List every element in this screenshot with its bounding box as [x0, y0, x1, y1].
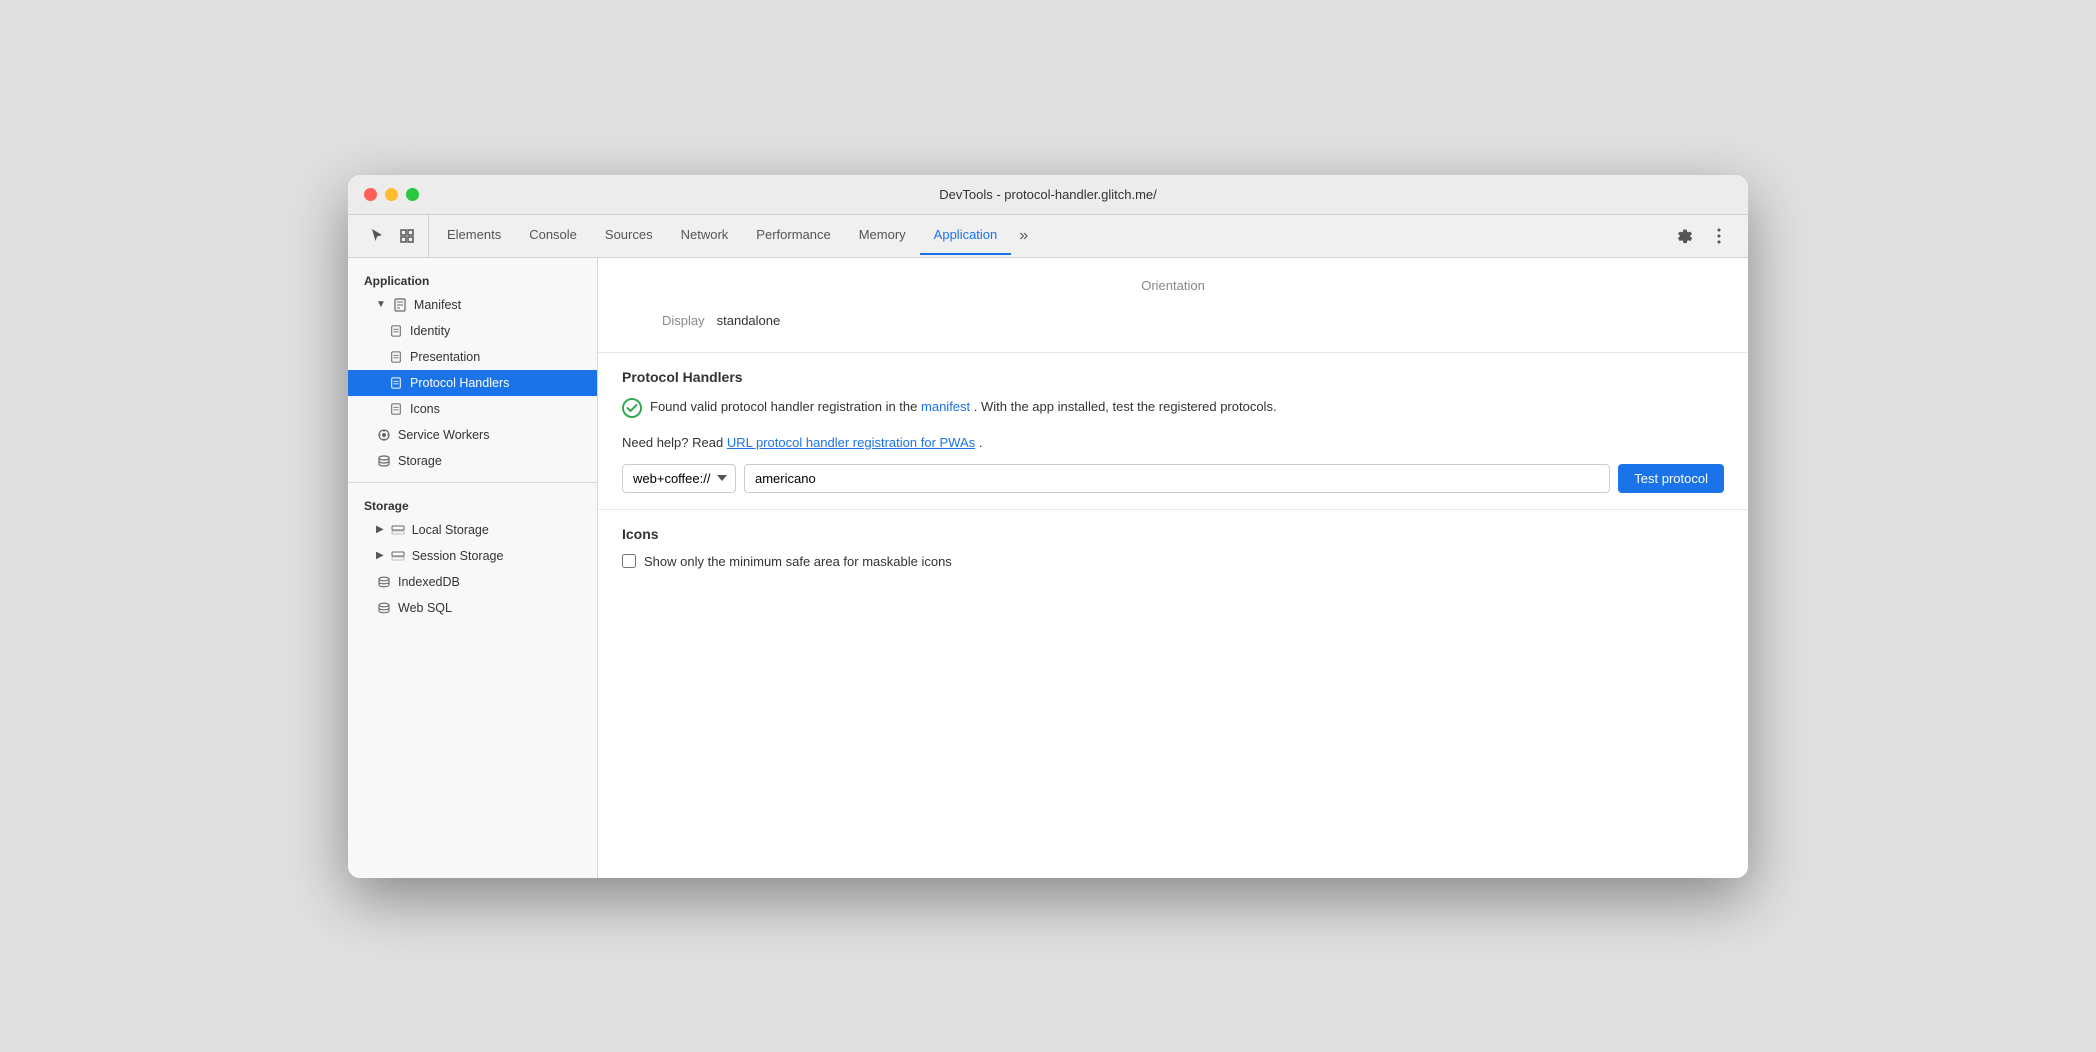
title-bar: DevTools - protocol-handler.glitch.me/	[348, 175, 1748, 215]
help-row: Need help? Read URL protocol handler reg…	[622, 435, 1724, 450]
indexeddb-icon	[376, 574, 392, 590]
sidebar-item-local-storage[interactable]: ▶ Local Storage	[348, 517, 597, 543]
sidebar: Application ▼ Manifest Identity Presenta…	[348, 258, 598, 878]
service-workers-label: Service Workers	[398, 428, 489, 442]
main-content: Application ▼ Manifest Identity Presenta…	[348, 258, 1748, 878]
status-after: . With the app installed, test the regis…	[974, 399, 1277, 414]
sidebar-item-presentation[interactable]: Presentation	[348, 344, 597, 370]
tab-network[interactable]: Network	[667, 217, 743, 255]
status-row: Found valid protocol handler registratio…	[622, 397, 1724, 423]
protocol-select[interactable]: web+coffee://	[622, 464, 736, 493]
manifest-link[interactable]: manifest	[921, 399, 970, 414]
tab-memory[interactable]: Memory	[845, 217, 920, 255]
application-section-title: Application	[348, 266, 597, 292]
tabs-list: Elements Console Sources Network Perform…	[433, 217, 1664, 255]
local-storage-label: Local Storage	[412, 523, 489, 537]
session-storage-label: Session Storage	[412, 549, 504, 563]
local-storage-icon	[390, 522, 406, 538]
expand-arrow-icon: ▼	[376, 299, 386, 310]
display-row: Display standalone	[622, 305, 1724, 336]
display-value: standalone	[717, 313, 781, 328]
service-workers-icon	[376, 427, 392, 443]
icons-label: Icons	[410, 402, 440, 416]
identity-label: Identity	[410, 324, 450, 338]
icons-title: Icons	[622, 526, 1724, 542]
settings-icon[interactable]	[1672, 223, 1698, 249]
close-button[interactable]	[364, 188, 377, 201]
maximize-button[interactable]	[406, 188, 419, 201]
sidebar-divider	[348, 482, 597, 483]
session-storage-arrow-icon: ▶	[376, 550, 384, 561]
help-text-before: Need help? Read	[622, 435, 723, 450]
help-text-after: .	[979, 435, 983, 450]
tab-sources[interactable]: Sources	[591, 217, 667, 255]
devtools-window: DevTools - protocol-handler.glitch.me/ E…	[348, 175, 1748, 878]
inspect-icon[interactable]	[394, 223, 420, 249]
protocol-handlers-label: Protocol Handlers	[410, 376, 509, 390]
tab-performance[interactable]: Performance	[742, 217, 844, 255]
presentation-label: Presentation	[410, 350, 480, 364]
web-sql-label: Web SQL	[398, 601, 452, 615]
pwa-link[interactable]: URL protocol handler registration for PW…	[727, 435, 975, 450]
local-storage-arrow-icon: ▶	[376, 524, 384, 535]
content-area: Orientation Display standalone Protocol …	[598, 258, 1748, 878]
icons-icon	[388, 401, 404, 417]
window-title: DevTools - protocol-handler.glitch.me/	[939, 187, 1157, 202]
sidebar-item-session-storage[interactable]: ▶ Session Storage	[348, 543, 597, 569]
protocol-input[interactable]	[744, 464, 1610, 493]
orientation-row: Orientation	[622, 274, 1724, 305]
display-label: Display	[662, 313, 705, 328]
icons-section: Icons Show only the minimum safe area fo…	[598, 510, 1748, 585]
tab-more-button[interactable]: »	[1011, 217, 1036, 255]
sidebar-item-protocol-handlers[interactable]: Protocol Handlers	[348, 370, 597, 396]
tab-console[interactable]: Console	[515, 217, 591, 255]
status-text: Found valid protocol handler registratio…	[650, 397, 1277, 417]
protocol-icon	[388, 375, 404, 391]
storage-app-label: Storage	[398, 454, 442, 468]
sidebar-item-icons[interactable]: Icons	[348, 396, 597, 422]
devtools-tab-bar: Elements Console Sources Network Perform…	[348, 215, 1748, 258]
tab-application[interactable]: Application	[920, 217, 1012, 255]
traffic-lights	[364, 188, 419, 201]
sidebar-item-indexeddb[interactable]: IndexedDB	[348, 569, 597, 595]
display-section: Orientation Display standalone	[598, 258, 1748, 353]
protocol-handlers-section: Protocol Handlers Found valid protocol h…	[598, 353, 1748, 510]
protocol-handlers-title: Protocol Handlers	[622, 369, 1724, 385]
storage-section-title: Storage	[348, 491, 597, 517]
sidebar-item-manifest[interactable]: ▼ Manifest	[348, 292, 597, 318]
checkbox-row: Show only the minimum safe area for mask…	[622, 554, 1724, 569]
tab-icon-group	[356, 215, 429, 257]
status-before: Found valid protocol handler registratio…	[650, 399, 917, 414]
tab-actions	[1664, 223, 1740, 249]
session-storage-icon	[390, 548, 406, 564]
tab-elements[interactable]: Elements	[433, 217, 515, 255]
more-options-icon[interactable]	[1706, 223, 1732, 249]
manifest-icon	[392, 297, 408, 313]
protocol-row: web+coffee:// Test protocol	[622, 464, 1724, 493]
checkbox-label: Show only the minimum safe area for mask…	[644, 554, 952, 569]
check-circle-icon	[622, 398, 642, 423]
test-protocol-button[interactable]: Test protocol	[1618, 464, 1724, 493]
sidebar-item-service-workers[interactable]: Service Workers	[348, 422, 597, 448]
cursor-icon[interactable]	[364, 223, 390, 249]
storage-app-icon	[376, 453, 392, 469]
sidebar-item-storage-app[interactable]: Storage	[348, 448, 597, 474]
maskable-icons-checkbox[interactable]	[622, 554, 636, 568]
sidebar-item-identity[interactable]: Identity	[348, 318, 597, 344]
presentation-icon	[388, 349, 404, 365]
minimize-button[interactable]	[385, 188, 398, 201]
manifest-label: Manifest	[414, 298, 461, 312]
identity-icon	[388, 323, 404, 339]
indexeddb-label: IndexedDB	[398, 575, 460, 589]
web-sql-icon	[376, 600, 392, 616]
orientation-label: Orientation	[1141, 278, 1205, 293]
sidebar-item-web-sql[interactable]: Web SQL	[348, 595, 597, 621]
